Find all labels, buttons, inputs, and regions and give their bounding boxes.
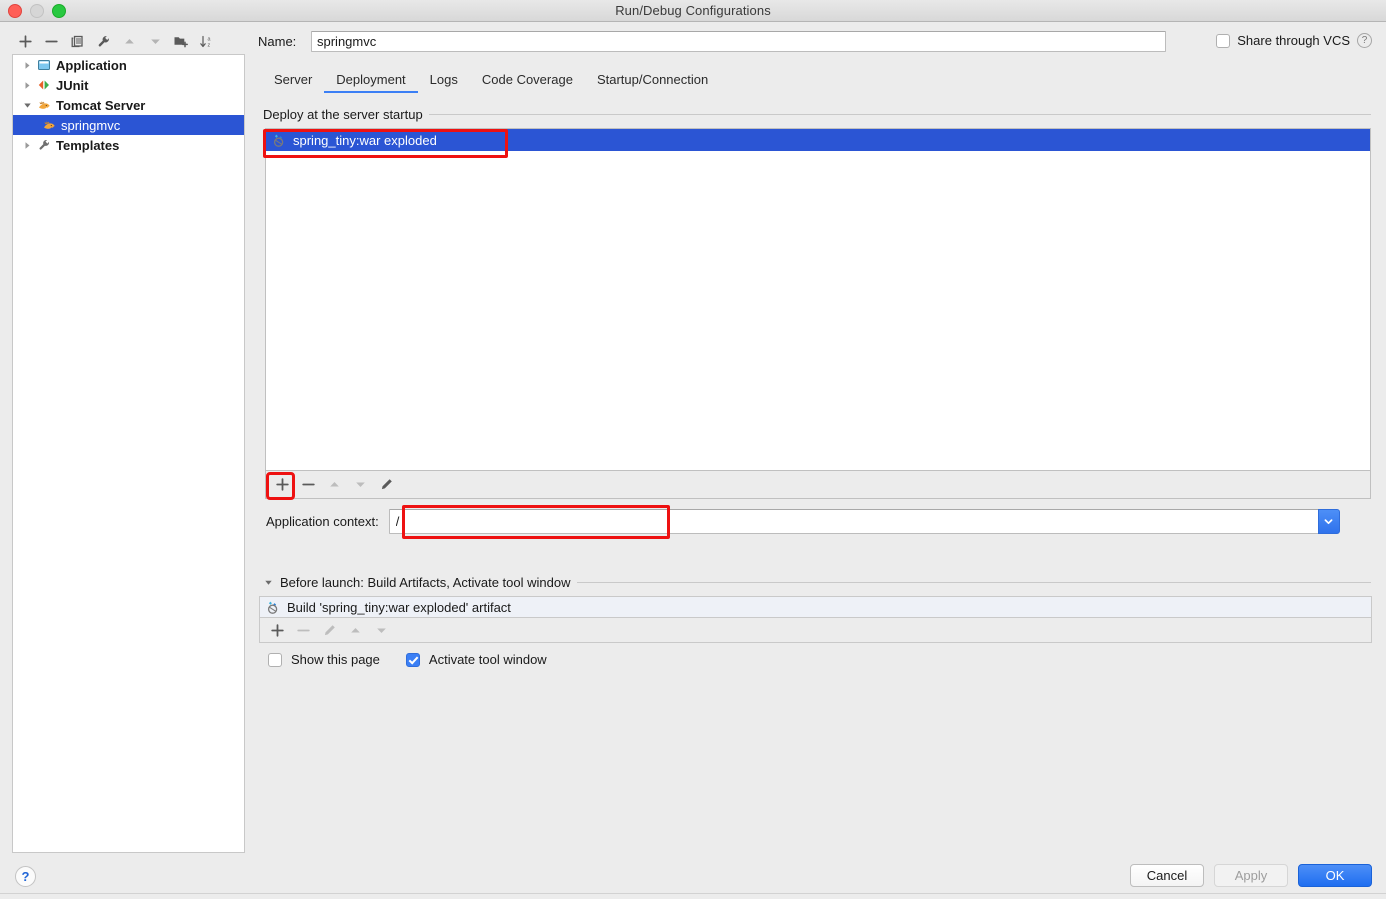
application-context-combobox[interactable] (388, 509, 1340, 534)
tree-item-label: Templates (56, 137, 120, 153)
share-vcs-help-icon[interactable]: ? (1357, 33, 1372, 48)
deployment-list-toolbar (265, 471, 1371, 499)
before-launch-toolbar (259, 618, 1372, 643)
expand-triangle-icon[interactable] (19, 61, 35, 70)
tree-item-label: JUnit (56, 77, 89, 93)
window-title: Run/Debug Configurations (615, 3, 771, 18)
close-window-button[interactable] (8, 4, 22, 18)
configurations-toolbar: a z (12, 28, 245, 54)
tree-item-label: Tomcat Server (56, 97, 146, 113)
deployment-artifact-list[interactable]: spring_tiny:war exploded (265, 128, 1371, 471)
tomcat-icon (40, 118, 58, 132)
tree-item-springmvc[interactable]: springmvc (13, 115, 244, 135)
window-titlebar: Run/Debug Configurations (0, 0, 1386, 22)
name-row: Name: (258, 31, 1372, 52)
artifact-icon (266, 600, 281, 615)
move-artifact-up-button[interactable] (321, 473, 347, 497)
application-context-dropdown-button[interactable] (1317, 509, 1340, 534)
group-divider (428, 114, 1371, 115)
before-launch-header: Before launch: Build Artifacts, Activate… (262, 575, 1371, 590)
show-this-page-label: Show this page (291, 652, 380, 667)
zoom-window-button[interactable] (52, 4, 66, 18)
tab-code-coverage[interactable]: Code Coverage (470, 67, 585, 93)
add-artifact-button[interactable] (269, 473, 295, 497)
before-launch-title: Before launch: Build Artifacts, Activate… (280, 575, 571, 590)
artifact-icon (272, 133, 287, 148)
before-launch-collapse-triangle-icon[interactable] (262, 578, 274, 587)
tree-item-application[interactable]: Application (13, 55, 244, 75)
application-icon (35, 58, 53, 72)
application-context-row: Application context: (266, 509, 1371, 534)
tab-logs[interactable]: Logs (418, 67, 470, 93)
minimize-window-button[interactable] (30, 4, 44, 18)
tree-item-junit[interactable]: JUnit (13, 75, 244, 95)
remove-task-button[interactable] (290, 618, 316, 642)
expand-triangle-icon[interactable] (19, 141, 35, 150)
deploy-group-title: Deploy at the server startup (263, 107, 423, 122)
deployment-row-label: spring_tiny:war exploded (293, 132, 437, 148)
tree-item-label: springmvc (61, 117, 121, 133)
edit-templates-wrench-icon[interactable] (90, 29, 116, 53)
move-task-up-button[interactable] (342, 618, 368, 642)
edit-artifact-pencil-icon[interactable] (373, 473, 399, 497)
dialog-buttons: Cancel Apply OK (1130, 864, 1372, 887)
tree-item-label: Application (56, 57, 127, 73)
configuration-tabs: Server Deployment Logs Code Coverage Sta… (262, 67, 1372, 93)
application-context-input[interactable] (388, 509, 1318, 534)
create-folder-button[interactable] (168, 29, 194, 53)
share-through-vcs-checkbox[interactable] (1216, 33, 1231, 48)
svg-text:z: z (208, 42, 211, 48)
chevron-down-icon (1324, 519, 1333, 525)
tab-server[interactable]: Server (262, 67, 324, 93)
name-label: Name: (258, 34, 297, 49)
share-through-vcs-row[interactable]: Share through VCS ? (1216, 33, 1372, 48)
application-context-label: Application context: (266, 514, 379, 529)
deployment-list-row[interactable]: spring_tiny:war exploded (266, 129, 1370, 151)
edit-task-pencil-icon[interactable] (316, 618, 342, 642)
sort-alphabetically-button[interactable]: a z (194, 29, 220, 53)
configurations-tree[interactable]: Application JUnit Tomcat Server springmv… (12, 54, 245, 853)
add-task-button[interactable] (264, 618, 290, 642)
tab-deployment[interactable]: Deployment (324, 67, 418, 93)
run-debug-configurations-dialog: Run/Debug Configurations a z Application… (0, 0, 1386, 899)
tab-startup-connection[interactable]: Startup/Connection (585, 67, 720, 93)
wrench-icon (35, 138, 53, 152)
collapse-triangle-icon[interactable] (19, 101, 35, 110)
deploy-group-header: Deploy at the server startup (263, 107, 1371, 122)
move-artifact-down-button[interactable] (347, 473, 373, 497)
apply-button[interactable]: Apply (1214, 864, 1288, 887)
activate-tool-window-checkbox[interactable] (405, 652, 420, 667)
tomcat-icon (35, 98, 53, 112)
share-through-vcs-label: Share through VCS (1237, 33, 1350, 48)
remove-configuration-button[interactable] (38, 29, 64, 53)
before-launch-options: Show this page Activate tool window (268, 652, 547, 667)
before-launch-task-label: Build 'spring_tiny:war exploded' artifac… (287, 599, 511, 615)
tree-item-templates[interactable]: Templates (13, 135, 244, 155)
ok-button[interactable]: OK (1298, 864, 1372, 887)
tree-item-tomcat-server[interactable]: Tomcat Server (13, 95, 244, 115)
move-up-button[interactable] (116, 29, 142, 53)
help-button[interactable]: ? (15, 866, 36, 887)
remove-artifact-button[interactable] (295, 473, 321, 497)
before-launch-task-row[interactable]: Build 'spring_tiny:war exploded' artifac… (259, 596, 1372, 618)
footer-divider (0, 893, 1386, 894)
group-divider (576, 582, 1371, 583)
junit-icon (35, 78, 53, 92)
activate-tool-window-label: Activate tool window (428, 652, 547, 667)
copy-configuration-button[interactable] (64, 29, 90, 53)
add-configuration-button[interactable] (12, 29, 38, 53)
expand-triangle-icon[interactable] (19, 81, 35, 90)
move-task-down-button[interactable] (368, 618, 394, 642)
cancel-button[interactable]: Cancel (1130, 864, 1204, 887)
move-down-button[interactable] (142, 29, 168, 53)
show-this-page-checkbox[interactable] (268, 652, 282, 667)
window-traffic-lights (8, 4, 66, 18)
configuration-name-input[interactable] (311, 31, 1166, 52)
